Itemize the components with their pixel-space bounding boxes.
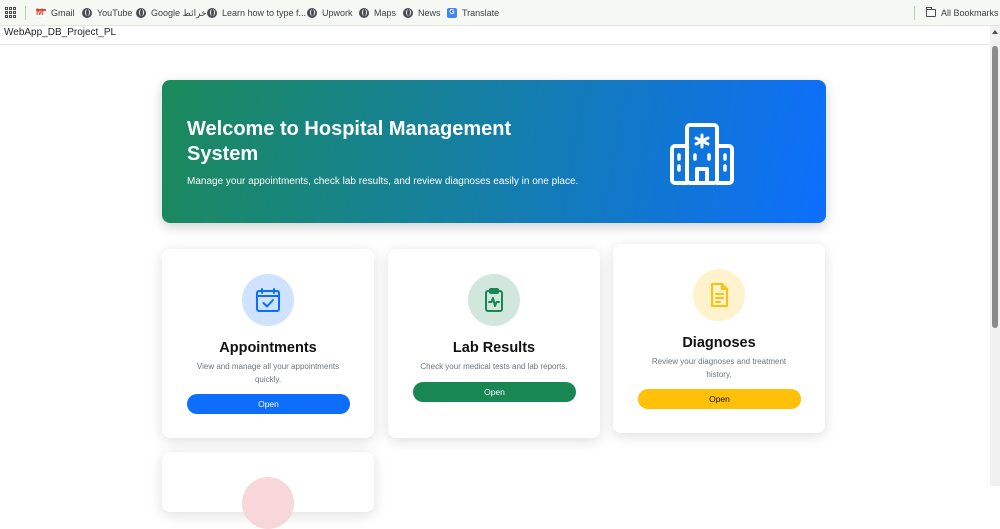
bookmarks-bar: Gmail YouTube Google خرائط Learn how to …	[0, 0, 1000, 26]
scroll-up-arrow-icon[interactable]	[992, 30, 998, 34]
calendar-check-icon	[256, 288, 280, 312]
partial-card	[162, 452, 374, 529]
bookmark-label: Upwork	[322, 8, 353, 18]
bookmark-label: Maps	[374, 8, 397, 18]
card-icon-circle	[242, 477, 294, 529]
card-title: Appointments	[219, 340, 317, 356]
bookmark-label: News	[418, 8, 441, 18]
page-title-bar	[0, 26, 1000, 45]
card-description: Check your medical tests and lab reports…	[420, 362, 568, 371]
globe-icon	[207, 8, 217, 18]
lab-results-open-button[interactable]: Open	[413, 382, 576, 402]
apps-grid-icon[interactable]	[5, 7, 16, 18]
lab-results-card: Lab Results Check your medical tests and…	[388, 249, 600, 438]
diagnoses-open-button[interactable]: Open	[638, 389, 801, 409]
card-description: View and manage all your appointments qu…	[196, 362, 340, 384]
bookmark-translate[interactable]: G Translate	[447, 6, 499, 20]
gmail-icon	[36, 7, 46, 17]
clipboard-pulse-icon	[485, 288, 503, 312]
globe-icon	[136, 8, 146, 18]
welcome-title: Welcome to Hospital Management System	[187, 118, 512, 165]
globe-icon	[359, 8, 369, 18]
globe-icon	[403, 8, 413, 18]
page-title: WebApp_DB_Project_PL	[4, 27, 117, 38]
hospital-icon	[670, 123, 734, 185]
welcome-subtitle: Manage your appointments, check lab resu…	[187, 176, 579, 187]
file-medical-icon	[711, 283, 728, 307]
bookmark-label: Translate	[462, 8, 500, 18]
bookmark-label: Google خرائط	[151, 7, 207, 18]
welcome-banner: Welcome to Hospital Management System Ma…	[162, 80, 826, 223]
bookmarks-divider	[25, 6, 26, 20]
all-bookmarks-label: All Bookmarks	[941, 8, 999, 18]
bookmark-google-maps[interactable]: Google خرائط	[136, 6, 207, 20]
globe-icon	[82, 8, 92, 18]
bookmark-youtube[interactable]: YouTube	[82, 6, 132, 20]
card-title: Diagnoses	[682, 335, 756, 351]
card-title: Lab Results	[452, 340, 536, 356]
diagnoses-card: Diagnoses Review your diagnoses and trea…	[613, 244, 825, 433]
appointments-icon-circle	[242, 274, 294, 326]
card-description: Review your diagnoses and treatment hist…	[651, 357, 787, 379]
appointments-card: Appointments View and manage all your ap…	[162, 249, 374, 438]
bookmark-label: Learn how to type f...	[222, 8, 307, 18]
lab-results-icon-circle	[468, 274, 520, 326]
bookmark-upwork[interactable]: Upwork	[307, 6, 353, 20]
bookmarks-divider	[914, 6, 915, 20]
folder-icon	[926, 7, 936, 17]
appointments-open-button[interactable]: Open	[187, 394, 350, 414]
bookmark-learn-typing[interactable]: Learn how to type f...	[207, 6, 306, 20]
translate-icon: G	[447, 8, 457, 18]
vertical-scrollbar[interactable]	[990, 26, 1000, 486]
all-bookmarks-button[interactable]: All Bookmarks	[926, 6, 999, 20]
bookmark-maps[interactable]: Maps	[359, 6, 396, 20]
bookmark-label: Gmail	[51, 8, 75, 18]
bookmark-gmail[interactable]: Gmail	[36, 6, 75, 20]
diagnoses-icon-circle	[693, 269, 745, 321]
scrollbar-thumb[interactable]	[992, 46, 998, 328]
bookmark-label: YouTube	[97, 8, 133, 18]
bookmark-news[interactable]: News	[403, 6, 441, 20]
globe-icon	[307, 8, 317, 18]
